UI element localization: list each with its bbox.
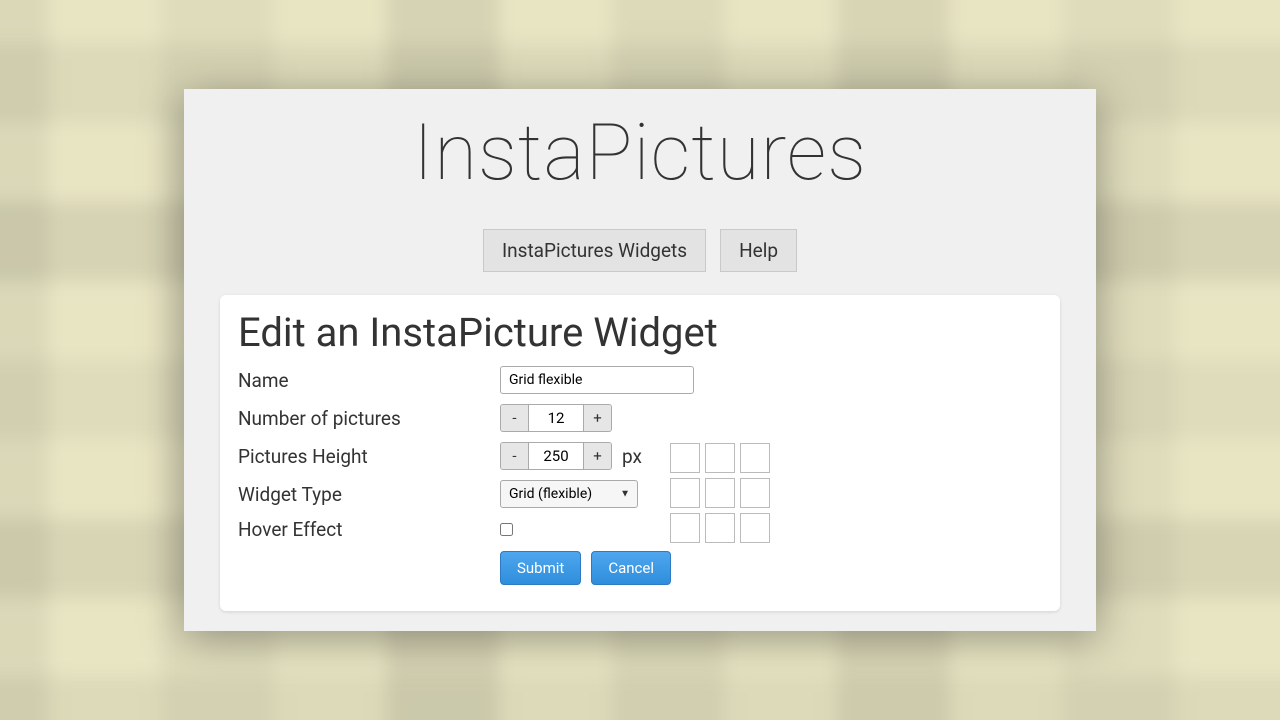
- nav-help-button[interactable]: Help: [720, 229, 797, 272]
- height-stepper: - +: [500, 442, 612, 470]
- num-pictures-decrement-button[interactable]: -: [501, 405, 529, 431]
- preview-cell: [740, 478, 770, 508]
- cancel-button[interactable]: Cancel: [591, 551, 671, 585]
- submit-button[interactable]: Submit: [500, 551, 581, 585]
- app-title: InstaPictures: [184, 107, 1096, 201]
- num-pictures-stepper: - +: [500, 404, 612, 432]
- row-num-pictures: Number of pictures - +: [238, 404, 1042, 432]
- type-select[interactable]: Grid (flexible): [500, 480, 638, 508]
- hover-label: Hover Effect: [238, 518, 500, 541]
- app-panel: InstaPictures InstaPictures Widgets Help…: [184, 89, 1096, 631]
- name-input[interactable]: [500, 366, 694, 394]
- type-label: Widget Type: [238, 483, 500, 506]
- preview-cell: [670, 443, 700, 473]
- num-pictures-increment-button[interactable]: +: [583, 405, 611, 431]
- height-unit: px: [622, 445, 642, 468]
- height-input[interactable]: [529, 443, 583, 469]
- preview-cell: [705, 443, 735, 473]
- row-name: Name: [238, 366, 1042, 394]
- row-type: Widget Type Grid (flexible) ▼: [238, 480, 1042, 508]
- button-row: Submit Cancel: [500, 551, 1042, 585]
- hover-checkbox[interactable]: [500, 523, 513, 536]
- nav-bar: InstaPictures Widgets Help: [184, 229, 1096, 272]
- edit-widget-card: Edit an InstaPicture Widget Name Number …: [220, 295, 1060, 611]
- row-height: Pictures Height - + px: [238, 442, 1042, 470]
- preview-cell: [670, 478, 700, 508]
- preview-cell: [740, 443, 770, 473]
- height-decrement-button[interactable]: -: [501, 443, 529, 469]
- num-pictures-label: Number of pictures: [238, 407, 500, 430]
- nav-widgets-button[interactable]: InstaPictures Widgets: [483, 229, 706, 272]
- preview-cell: [740, 513, 770, 543]
- preview-cell: [705, 478, 735, 508]
- row-hover: Hover Effect: [238, 518, 1042, 541]
- height-label: Pictures Height: [238, 445, 500, 468]
- preview-cell: [670, 513, 700, 543]
- height-increment-button[interactable]: +: [583, 443, 611, 469]
- num-pictures-input[interactable]: [529, 405, 583, 431]
- name-label: Name: [238, 369, 500, 392]
- card-title: Edit an InstaPicture Widget: [238, 309, 1042, 356]
- widget-type-preview-grid: [670, 443, 770, 543]
- preview-cell: [705, 513, 735, 543]
